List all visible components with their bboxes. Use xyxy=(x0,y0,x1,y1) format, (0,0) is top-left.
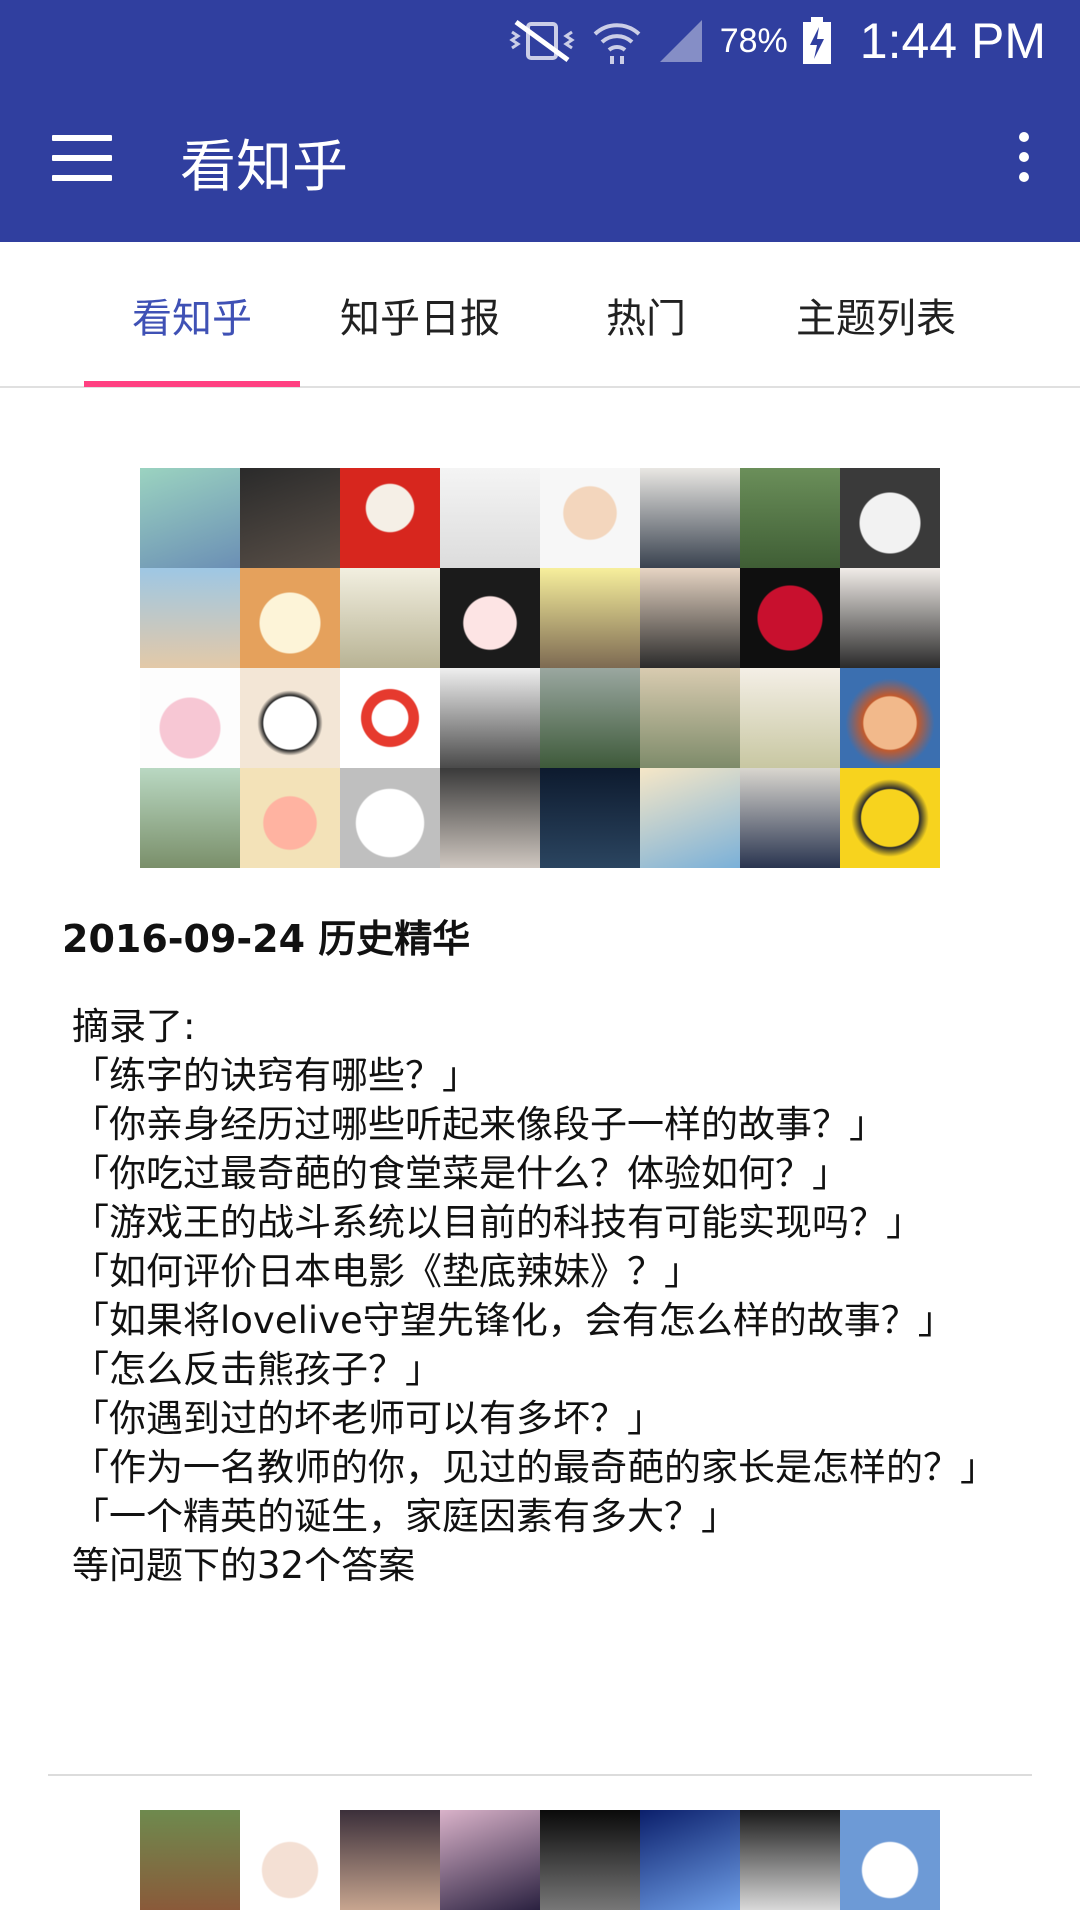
battery-charging-icon xyxy=(802,17,831,64)
tab-topic-list[interactable]: 主题列表 xyxy=(766,242,986,388)
avatar-mosaic-next[interactable] xyxy=(140,1810,940,1910)
tab-zhihu-daily[interactable]: 知乎日报 xyxy=(310,242,530,388)
cell-signal-icon xyxy=(659,20,702,62)
avatar xyxy=(740,768,840,868)
avatar xyxy=(540,468,640,568)
post-title[interactable]: 2016-09-24 历史精华 xyxy=(62,908,470,963)
avatar xyxy=(540,1810,640,1910)
excerpt-summary: 等问题下的32个答案 xyxy=(72,1544,416,1587)
excerpt-question: 「你亲身经历过哪些听起来像段子一样的故事？」 xyxy=(72,1103,886,1146)
vibrate-mute-icon xyxy=(509,19,575,63)
excerpt-question: 「你遇到过的坏老师可以有多坏？」 xyxy=(72,1397,664,1440)
excerpt-question: 「练字的诀窍有哪些？」 xyxy=(72,1054,479,1097)
card-divider xyxy=(48,1774,1032,1776)
avatar xyxy=(140,668,240,768)
avatar xyxy=(540,768,640,868)
excerpt-intro: 摘录了: xyxy=(72,1005,196,1048)
excerpt-question: 「怎么反击熊孩子？」 xyxy=(72,1348,442,1391)
app-bar: 看知乎 xyxy=(0,80,1080,242)
excerpt-question: 「你吃过最奇葩的食堂菜是什么？体验如何？」 xyxy=(72,1152,849,1195)
avatar xyxy=(340,568,440,668)
avatar xyxy=(440,1810,540,1910)
avatar xyxy=(640,468,740,568)
menu-icon[interactable] xyxy=(52,135,112,185)
avatar xyxy=(140,468,240,568)
app-title: 看知乎 xyxy=(180,135,348,200)
tab-kan-zhihu[interactable]: 看知乎 xyxy=(82,242,302,388)
avatar xyxy=(840,668,940,768)
avatar xyxy=(440,568,540,668)
avatar xyxy=(840,768,940,868)
avatar-mosaic[interactable] xyxy=(140,468,940,868)
avatar xyxy=(140,768,240,868)
feed[interactable]: 2016-09-24 历史精华 摘录了: 「练字的诀窍有哪些？」 「你亲身经历过… xyxy=(0,388,1080,1920)
avatar xyxy=(840,468,940,568)
avatar xyxy=(240,568,340,668)
avatar xyxy=(240,1810,340,1910)
status-icons: 78% 1:44 PM xyxy=(506,6,1046,76)
avatar xyxy=(740,568,840,668)
avatar xyxy=(140,1810,240,1910)
clock: 1:44 PM xyxy=(859,13,1046,69)
avatar xyxy=(340,1810,440,1910)
excerpt-question: 「游戏王的战斗系统以目前的科技有可能实现吗？」 xyxy=(72,1201,923,1244)
excerpt-question: 「一个精英的诞生，家庭因素有多大？」 xyxy=(72,1495,738,1538)
avatar xyxy=(240,668,340,768)
avatar xyxy=(240,468,340,568)
avatar xyxy=(440,468,540,568)
battery-percent: 78% xyxy=(719,21,788,60)
post-excerpt[interactable]: 摘录了: 「练字的诀窍有哪些？」 「你亲身经历过哪些听起来像段子一样的故事？」 … xyxy=(72,1002,1012,1590)
avatar xyxy=(540,568,640,668)
avatar xyxy=(240,768,340,868)
tab-hot[interactable]: 热门 xyxy=(536,242,756,388)
avatar xyxy=(840,1810,940,1910)
status-bar: 78% 1:44 PM xyxy=(0,0,1080,80)
avatar xyxy=(440,768,540,868)
tab-bar: 看知乎 知乎日报 热门 主题列表 xyxy=(0,242,1080,388)
avatar xyxy=(740,468,840,568)
more-options-icon[interactable] xyxy=(1014,132,1034,192)
avatar xyxy=(640,768,740,868)
excerpt-question: 「如何评价日本电影《垫底辣妹》？」 xyxy=(72,1250,701,1293)
avatar xyxy=(740,668,840,768)
avatar xyxy=(340,768,440,868)
avatar xyxy=(640,668,740,768)
avatar xyxy=(740,1810,840,1910)
excerpt-question: 「作为一名教师的你，见过的最奇葩的家长是怎样的？」 xyxy=(72,1446,997,1489)
avatar xyxy=(440,668,540,768)
avatar xyxy=(340,668,440,768)
avatar xyxy=(640,1810,740,1910)
avatar xyxy=(840,568,940,668)
excerpt-question: 「如果将lovelive守望先锋化，会有怎么样的故事？」 xyxy=(72,1299,955,1342)
avatar xyxy=(140,568,240,668)
avatar xyxy=(540,668,640,768)
tab-indicator xyxy=(84,381,300,387)
wifi-icon xyxy=(593,23,641,64)
avatar xyxy=(340,468,440,568)
avatar xyxy=(640,568,740,668)
